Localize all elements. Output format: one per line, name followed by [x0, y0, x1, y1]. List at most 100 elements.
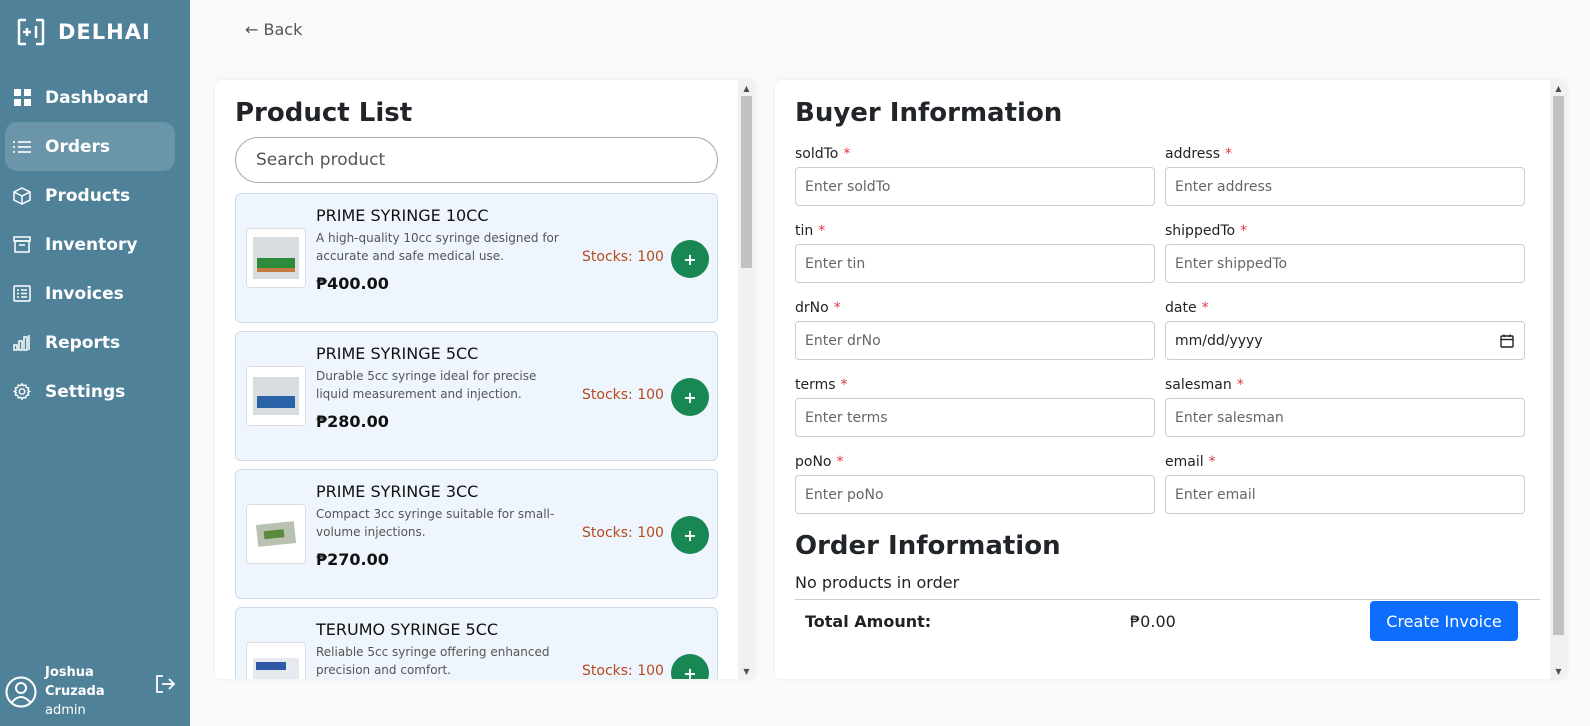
buyer-scrollbar[interactable]: ▲ ▼: [1550, 80, 1567, 679]
pono-field[interactable]: [795, 475, 1155, 514]
search-input[interactable]: [235, 137, 718, 183]
sidebar-item-label: Reports: [45, 332, 121, 353]
back-link[interactable]: ← Back: [245, 20, 302, 39]
add-product-button[interactable]: +: [671, 378, 709, 416]
sidebar: DELHAI Dashboard Orders Products Invento…: [0, 0, 190, 726]
address-label: address *: [1165, 146, 1233, 162]
salesman-label: salesman *: [1165, 377, 1244, 393]
total-amount-value: ₱0.00: [1130, 612, 1176, 631]
list-icon: [13, 138, 31, 156]
calendar-icon[interactable]: [1500, 334, 1514, 348]
drno-field[interactable]: [795, 321, 1155, 360]
logout-icon[interactable]: [153, 672, 177, 696]
scrollbar-thumb[interactable]: [1553, 96, 1564, 635]
product-card: TERUMO SYRINGE 5CC Reliable 5cc syringe …: [235, 607, 718, 679]
bar-chart-icon: [13, 334, 31, 352]
address-field[interactable]: [1165, 167, 1525, 206]
user-name: Joshua Cruzada: [45, 665, 105, 699]
product-description: A high-quality 10cc syringe designed for…: [316, 231, 559, 263]
product-stock: Stocks: 100: [582, 525, 664, 541]
product-card: PRIME SYRINGE 10CC A high-quality 10cc s…: [235, 193, 718, 323]
terms-field[interactable]: [795, 398, 1155, 437]
product-price: ₱400.00: [316, 274, 389, 293]
product-name: PRIME SYRINGE 10CC: [316, 206, 489, 225]
product-description: Compact 3cc syringe suitable for small-v…: [316, 507, 555, 539]
product-image: [246, 642, 306, 679]
sidebar-item-label: Settings: [45, 381, 126, 402]
product-list-scrollbar[interactable]: ▲ ▼: [738, 80, 755, 679]
add-product-button[interactable]: +: [671, 240, 709, 278]
product-list-panel: Product List PRIME SYRINGE 10CC A high-q…: [215, 80, 755, 679]
product-image: [246, 504, 306, 564]
date-value: mm/dd/yyyy: [1175, 332, 1263, 349]
product-description: Reliable 5cc syringe offering enhanced p…: [316, 645, 550, 677]
product-name: PRIME SYRINGE 5CC: [316, 344, 479, 363]
product-card: PRIME SYRINGE 5CC Durable 5cc syringe id…: [235, 331, 718, 461]
sidebar-item-invoices[interactable]: Invoices: [5, 269, 175, 318]
tin-label: tin *: [795, 223, 826, 239]
add-product-button[interactable]: +: [671, 654, 709, 679]
sidebar-item-inventory[interactable]: Inventory: [5, 220, 175, 269]
gear-icon: [13, 382, 31, 401]
email-field[interactable]: [1165, 475, 1525, 514]
date-label: date *: [1165, 300, 1209, 316]
archive-icon: [13, 236, 31, 254]
receipt-icon: [13, 285, 31, 303]
brand-name: DELHAI: [58, 20, 151, 44]
sidebar-item-label: Products: [45, 185, 131, 206]
product-price: ₱270.00: [316, 550, 389, 569]
product-description: Durable 5cc syringe ideal for precise li…: [316, 369, 537, 401]
scroll-down-icon[interactable]: ▼: [738, 663, 755, 679]
total-amount-label: Total Amount:: [805, 612, 932, 631]
sidebar-nav: Dashboard Orders Products Inventory Invo…: [5, 73, 175, 416]
order-title: Order Information: [795, 531, 1061, 561]
tin-field[interactable]: [795, 244, 1155, 283]
product-stock: Stocks: 100: [582, 387, 664, 403]
email-label: email *: [1165, 454, 1216, 470]
product-card: PRIME SYRINGE 3CC Compact 3cc syringe su…: [235, 469, 718, 599]
sidebar-item-orders[interactable]: Orders: [5, 122, 175, 171]
empty-order-text: No products in order: [795, 573, 960, 592]
sidebar-item-label: Dashboard: [45, 87, 149, 108]
date-field[interactable]: mm/dd/yyyy: [1165, 321, 1525, 360]
sidebar-item-label: Orders: [45, 136, 111, 157]
salesman-field[interactable]: [1165, 398, 1525, 437]
soldto-field[interactable]: [795, 167, 1155, 206]
user-profile: Joshua Cruzada admin: [5, 664, 180, 720]
sidebar-item-reports[interactable]: Reports: [5, 318, 175, 367]
product-image: [246, 228, 306, 288]
terms-label: terms *: [795, 377, 848, 393]
sidebar-item-products[interactable]: Products: [5, 171, 175, 220]
sidebar-item-label: Inventory: [45, 234, 138, 255]
product-price: ₱280.00: [316, 412, 389, 431]
product-list-title: Product List: [235, 98, 413, 128]
divider: [795, 599, 1540, 600]
brand[interactable]: DELHAI: [16, 16, 151, 48]
sidebar-item-settings[interactable]: Settings: [5, 367, 175, 416]
dashboard-icon: [13, 89, 31, 107]
logo-icon: [17, 18, 45, 46]
shippedto-label: shippedTo *: [1165, 223, 1248, 239]
scroll-up-icon[interactable]: ▲: [738, 80, 755, 96]
scroll-up-icon[interactable]: ▲: [1550, 80, 1567, 96]
soldto-label: soldTo *: [795, 146, 851, 162]
sidebar-item-label: Invoices: [45, 283, 124, 304]
scrollbar-thumb[interactable]: [741, 96, 752, 268]
drno-label: drNo *: [795, 300, 841, 316]
pono-label: poNo *: [795, 454, 844, 470]
product-name: TERUMO SYRINGE 5CC: [316, 620, 499, 639]
shippedto-field[interactable]: [1165, 244, 1525, 283]
product-stock: Stocks: 100: [582, 663, 664, 679]
avatar: [5, 676, 37, 708]
user-info: Joshua Cruzada admin: [45, 663, 145, 721]
box-icon: [13, 186, 31, 205]
product-name: PRIME SYRINGE 3CC: [316, 482, 479, 501]
add-product-button[interactable]: +: [671, 516, 709, 554]
user-role: admin: [45, 703, 86, 718]
product-stock: Stocks: 100: [582, 249, 664, 265]
sidebar-item-dashboard[interactable]: Dashboard: [5, 73, 175, 122]
buyer-title: Buyer Information: [795, 98, 1063, 128]
create-invoice-button[interactable]: Create Invoice: [1370, 601, 1518, 641]
scroll-down-icon[interactable]: ▼: [1550, 663, 1567, 679]
product-image: [246, 366, 306, 426]
